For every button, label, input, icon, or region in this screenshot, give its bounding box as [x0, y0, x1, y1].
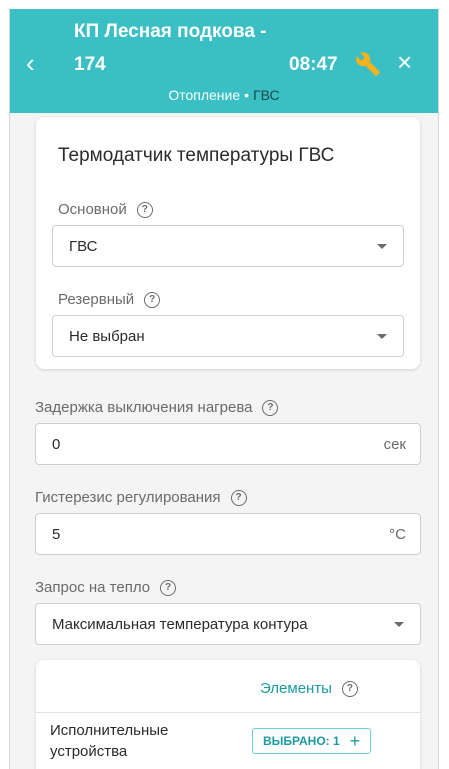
help-icon[interactable]: ?	[230, 489, 247, 506]
close-icon[interactable]: ×	[397, 49, 412, 75]
app-header: КП Лесная подкова - ‹ 174 08:47 × Отопле…	[10, 9, 438, 113]
primary-sensor-label: Основной ?	[58, 201, 153, 218]
breadcrumb-separator: •	[244, 87, 250, 103]
wrench-icon[interactable]	[355, 51, 381, 77]
heat-request-value: Максимальная температура контура	[52, 615, 308, 633]
breadcrumb-parent[interactable]: Отопление	[168, 87, 240, 103]
elements-title: Элементы	[260, 680, 332, 697]
elements-card: Элементы ? Исполнительные устройства ВЫБ…	[36, 660, 420, 769]
back-icon[interactable]: ‹	[26, 50, 35, 76]
heating-delay-label: Задержка выключения нагрева ?	[35, 399, 279, 416]
heat-request-label-text: Запрос на тепло	[35, 579, 151, 596]
backup-sensor-select[interactable]: Не выбран	[52, 315, 404, 357]
chevron-down-icon	[377, 244, 387, 249]
backup-sensor-label-text: Резервный	[58, 291, 135, 308]
primary-sensor-value: ГВС	[69, 237, 98, 255]
hysteresis-value: 5	[52, 525, 61, 543]
hysteresis-label-text: Гистерезис регулирования	[35, 489, 221, 506]
hysteresis-input[interactable]: 5 °C	[35, 513, 421, 555]
backup-sensor-label: Резервный ?	[58, 291, 161, 308]
heat-request-label: Запрос на тепло ?	[35, 579, 177, 596]
actuators-label: Исполнительные устройства	[50, 722, 169, 760]
help-icon[interactable]: ?	[341, 680, 358, 697]
heating-delay-value: 0	[52, 435, 61, 453]
hysteresis-unit: °C	[389, 526, 406, 543]
elements-header: Элементы ?	[260, 680, 358, 697]
plus-icon: +	[349, 731, 361, 751]
selected-count-label: ВЫБРАНО: 1	[263, 734, 340, 748]
help-icon[interactable]: ?	[144, 291, 161, 308]
primary-sensor-label-text: Основной	[58, 201, 127, 218]
heating-delay-label-text: Задержка выключения нагрева	[35, 399, 253, 416]
hysteresis-label: Гистерезис регулирования ?	[35, 489, 247, 506]
breadcrumb: Отопление • ГВС	[10, 87, 438, 103]
heating-delay-unit: сек	[383, 436, 406, 453]
sensor-card-title: Термодатчик температуры ГВС	[58, 145, 335, 166]
help-icon[interactable]: ?	[262, 399, 279, 416]
selected-actuators-button[interactable]: ВЫБРАНО: 1 +	[252, 728, 372, 754]
sensor-card: Термодатчик температуры ГВС Основной ? Г…	[36, 117, 420, 369]
clock-time: 08:47	[289, 54, 338, 75]
page-title: КП Лесная подкова -	[74, 21, 267, 42]
object-number: 174	[74, 54, 106, 75]
help-icon[interactable]: ?	[136, 201, 153, 218]
heating-delay-input[interactable]: 0 сек	[35, 423, 421, 465]
backup-sensor-value: Не выбран	[69, 327, 145, 345]
app-frame: КП Лесная подкова - ‹ 174 08:47 × Отопле…	[9, 9, 439, 769]
breadcrumb-current: ГВС	[253, 87, 280, 103]
divider	[36, 712, 420, 713]
help-icon[interactable]: ?	[160, 579, 177, 596]
primary-sensor-select[interactable]: ГВС	[52, 225, 404, 267]
chevron-down-icon	[377, 334, 387, 339]
heat-request-select[interactable]: Максимальная температура контура	[35, 603, 421, 645]
chevron-down-icon	[394, 622, 404, 627]
